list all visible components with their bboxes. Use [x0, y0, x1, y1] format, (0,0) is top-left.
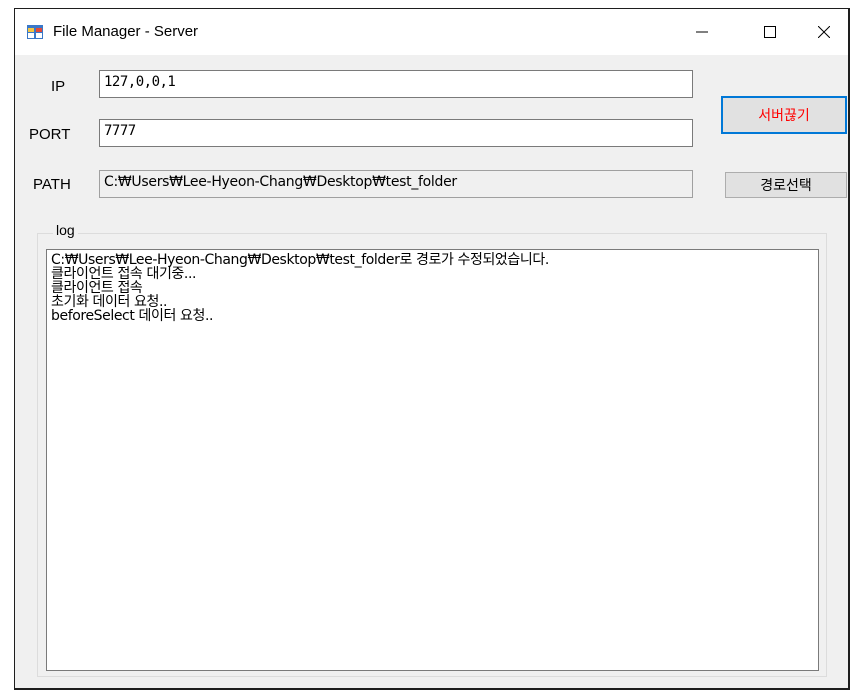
- log-line: 초기화 데이터 요청..: [51, 294, 168, 310]
- path-label: PATH: [33, 176, 71, 193]
- select-path-button[interactable]: 경로선택: [725, 172, 847, 198]
- title-bar[interactable]: File Manager - Server: [15, 9, 848, 55]
- app-window-icon: [27, 25, 43, 39]
- ip-label: IP: [51, 78, 66, 95]
- log-line: 클라이언트 접속 대기중...: [51, 266, 197, 282]
- maximize-button[interactable]: [747, 9, 793, 55]
- maximize-icon: [764, 26, 776, 38]
- app-window: File Manager - Server IP 127,0,0,1 PORT …: [14, 8, 850, 690]
- log-line: beforeSelect 데이터 요청..: [51, 308, 214, 324]
- disconnect-server-button[interactable]: 서버끊기: [721, 96, 847, 134]
- select-path-label: 경로선택: [760, 178, 812, 194]
- log-line: C:₩Users₩Lee-Hyeon-Chang₩Desktop₩test_fo…: [51, 252, 549, 268]
- port-label: PORT: [29, 126, 71, 143]
- close-icon: [818, 26, 830, 38]
- path-input: C:₩Users₩Lee-Hyeon-Chang₩Desktop₩test_fo…: [99, 170, 693, 198]
- log-line: 클라이언트 접속: [51, 280, 143, 296]
- minimize-icon: [696, 31, 708, 33]
- close-button[interactable]: [801, 9, 847, 55]
- window-title: File Manager - Server: [53, 23, 199, 40]
- disconnect-server-label: 서버끊기: [758, 108, 810, 124]
- port-input[interactable]: 7777: [99, 119, 693, 147]
- minimize-button[interactable]: [679, 9, 725, 55]
- ip-input[interactable]: 127,0,0,1: [99, 70, 693, 98]
- log-group-title: log: [53, 222, 78, 238]
- log-textarea[interactable]: C:₩Users₩Lee-Hyeon-Chang₩Desktop₩test_fo…: [46, 249, 819, 671]
